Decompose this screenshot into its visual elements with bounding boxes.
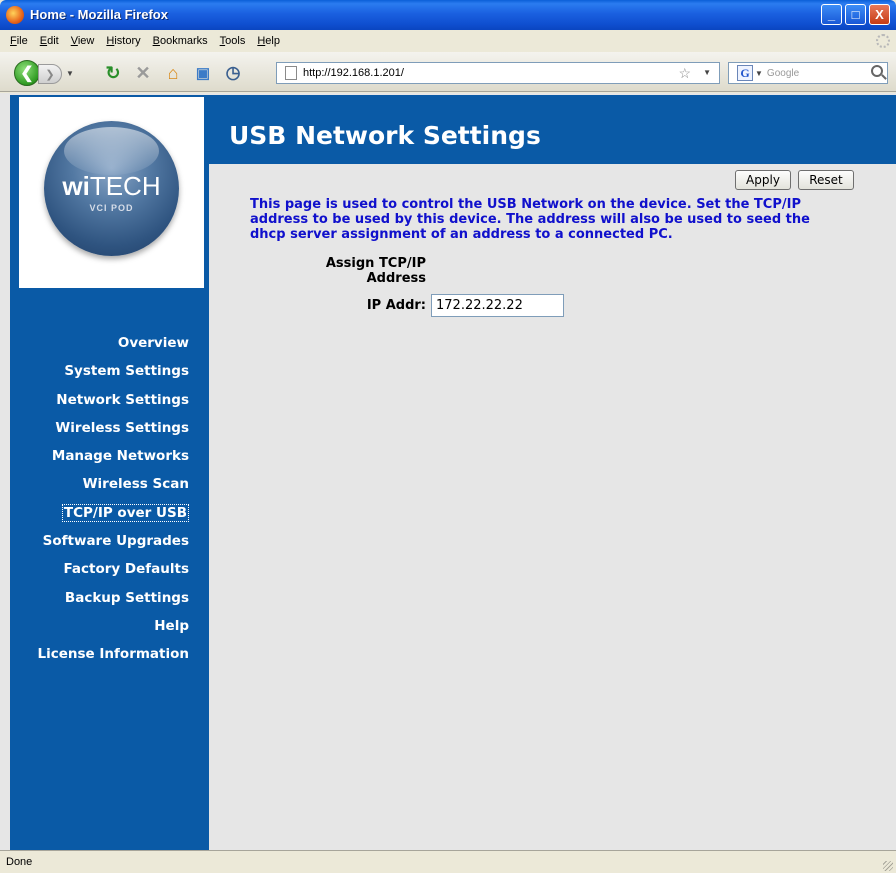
menu-help[interactable]: Help (251, 35, 286, 47)
sidebar-item-system-settings[interactable]: System Settings (10, 357, 199, 385)
logo-brand-suffix: TECH (89, 171, 161, 201)
witech-logo: wiTECH VCI POD (44, 121, 179, 256)
logo-panel: wiTECH VCI POD (19, 97, 204, 288)
menu-bar: File Edit View History Bookmarks Tools H… (0, 30, 896, 52)
sidebar-item-manage-networks[interactable]: Manage Networks (10, 442, 199, 470)
logo-subtitle: VCI POD (89, 203, 134, 213)
sidebar-item-factory-defaults[interactable]: Factory Defaults (10, 555, 199, 583)
section-label: Assign TCP/IP Address (300, 256, 426, 286)
sidebar-item-network-settings[interactable]: Network Settings (10, 386, 199, 414)
sidebar-item-help[interactable]: Help (10, 612, 199, 640)
search-engine-dropdown-icon[interactable]: ▼ (755, 69, 763, 78)
sidebar-item-wireless-scan[interactable]: Wireless Scan (10, 470, 199, 498)
page-description: This page is used to control the USB Net… (250, 197, 810, 242)
minimize-button[interactable]: _ (821, 4, 842, 25)
apply-button[interactable]: Apply (735, 170, 791, 190)
logo-gloss (64, 127, 159, 175)
menu-tools[interactable]: Tools (214, 35, 252, 47)
bookmark-folder-icon[interactable]: ▣ (192, 62, 214, 84)
window-title-bar[interactable]: Home - Mozilla Firefox _ □ X (0, 0, 896, 30)
ip-addr-input[interactable] (431, 294, 564, 317)
status-text: Done (6, 856, 33, 868)
sidebar-item-overview[interactable]: Overview (10, 329, 199, 357)
section-label-line1: Assign TCP/IP (325, 256, 426, 271)
search-bar[interactable]: G ▼ Google (728, 62, 888, 84)
close-button[interactable]: X (869, 4, 890, 25)
logo-text: wiTECH (44, 171, 179, 202)
throbber-icon (876, 34, 890, 48)
home-icon[interactable]: ⌂ (162, 62, 184, 84)
reset-button[interactable]: Reset (798, 170, 854, 190)
search-placeholder[interactable]: Google (767, 68, 799, 79)
history-clock-icon[interactable]: ◷ (222, 62, 244, 84)
google-search-engine-icon[interactable]: G (737, 65, 753, 81)
ip-addr-label: IP Addr: (366, 298, 426, 313)
resize-grip[interactable] (883, 861, 893, 871)
maximize-button[interactable]: □ (845, 4, 866, 25)
menu-history[interactable]: History (100, 35, 146, 47)
logo-brand-prefix: wi (62, 171, 90, 201)
firefox-icon (6, 6, 24, 24)
page-icon (285, 66, 297, 80)
page-title: USB Network Settings (229, 121, 541, 150)
sidebar-item-backup-settings[interactable]: Backup Settings (10, 584, 199, 612)
url-text[interactable]: http://192.168.1.201/ (303, 67, 404, 79)
sidebar-item-wireless-settings[interactable]: Wireless Settings (10, 414, 199, 442)
url-dropdown-icon[interactable]: ▼ (703, 68, 711, 77)
sidebar-item-license-information[interactable]: License Information (10, 640, 199, 668)
sidebar-item-software-upgrades[interactable]: Software Upgrades (10, 527, 199, 555)
menu-edit[interactable]: Edit (34, 35, 65, 47)
forward-button[interactable]: ❯ (38, 64, 62, 84)
section-label-line2: Address (366, 271, 426, 286)
menu-bookmarks[interactable]: Bookmarks (147, 35, 214, 47)
history-dropdown-icon[interactable]: ▼ (66, 69, 74, 78)
navigation-toolbar: ❮ ❯ ▼ ↻ ✕ ⌂ ▣ ◷ http://192.168.1.201/ ☆ … (0, 52, 896, 92)
sidebar-nav: Overview System Settings Network Setting… (10, 329, 199, 669)
back-button[interactable]: ❮ (14, 60, 40, 86)
window-title: Home - Mozilla Firefox (30, 7, 168, 22)
sidebar-item-tcp-ip-over-usb[interactable]: TCP/IP over USB (10, 499, 199, 527)
bookmark-star-icon[interactable]: ☆ (678, 65, 691, 82)
search-icon[interactable] (871, 65, 883, 77)
menu-view[interactable]: View (65, 35, 101, 47)
stop-icon[interactable]: ✕ (132, 62, 154, 84)
menu-file[interactable]: File (4, 35, 34, 47)
url-bar[interactable]: http://192.168.1.201/ ☆ ▼ (276, 62, 720, 84)
reload-icon[interactable]: ↻ (102, 62, 124, 84)
status-bar: Done (0, 850, 896, 873)
page-content: wiTECH VCI POD Overview System Settings … (0, 93, 896, 850)
page-header: USB Network Settings (209, 95, 896, 164)
